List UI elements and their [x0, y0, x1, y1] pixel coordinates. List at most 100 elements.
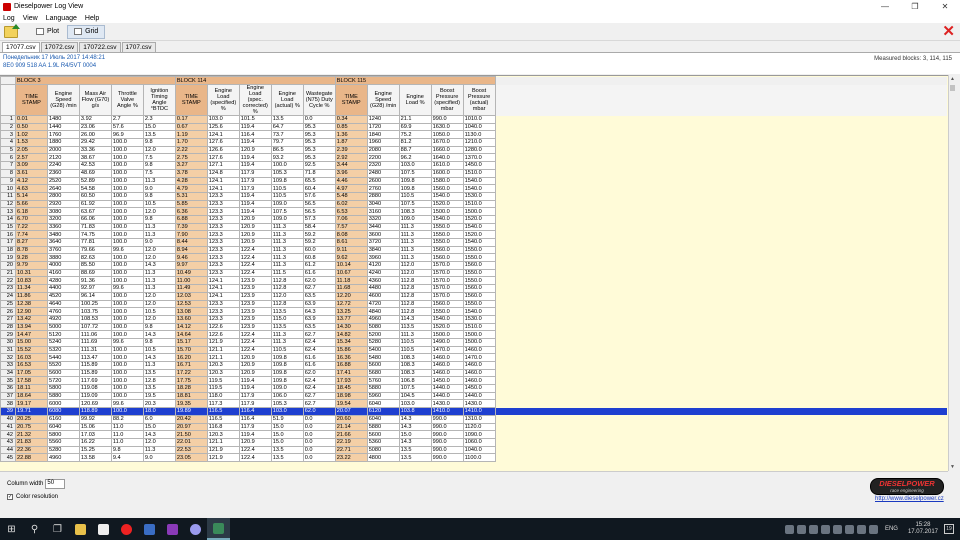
table-row[interactable]: 18 8.78 3760 79.66 99.6 12.0 8.94 123.3 122.4 111… — [0, 245, 948, 255]
scroll-up-icon[interactable]: ▲ — [950, 76, 955, 82]
horizontal-scrollbar[interactable] — [0, 471, 948, 476]
table-row[interactable]: 33 16.53 5520 115.89 100.0 11.3 16.71 120.3 120.… — [0, 361, 948, 370]
table-row[interactable]: 12 5.66 2920 61.92 100.0 10.5 5.85 123.3 119.4 10… — [0, 199, 948, 209]
table-row[interactable]: 1 0.01 1480 3.92 2.7 2.3 0.17 103.0 101.5 13.5 0.0… — [0, 115, 948, 124]
taskbar-app-icon[interactable] — [184, 518, 207, 540]
table-row[interactable]: 39 19.71 6080 118.89 100.0 18.0 19.89 116.5 116.… — [0, 407, 948, 416]
website-link[interactable]: http://www.dieselpower.cz — [875, 496, 944, 502]
column-header[interactable]: TIME STAMP — [334, 84, 368, 116]
table-row[interactable]: 44 22.36 5280 15.25 9.8 11.3 22.53 121.9 122.4 13… — [0, 445, 948, 455]
tray-icon[interactable] — [808, 524, 818, 534]
table-row[interactable]: 37 18.64 5880 119.09 100.0 19.5 18.81 118.0 117.… — [0, 391, 948, 401]
table-row[interactable]: 21 10.31 4160 88.69 100.0 11.3 10.49 123.3 122.4… — [0, 268, 948, 278]
column-header[interactable]: TIME STAMP — [14, 84, 48, 116]
table-row[interactable]: 16 7.74 3480 74.75 100.0 11.3 7.90 123.3 120.9 11… — [0, 230, 948, 239]
grid-button[interactable]: Grid — [67, 24, 106, 39]
file-tab[interactable]: 17077.csv — [2, 42, 40, 52]
table-row[interactable]: 29 14.47 5120 111.06 100.0 14.3 14.64 122.6 122.… — [0, 330, 948, 339]
column-header[interactable]: Boost Pressure (specified) mbar — [430, 84, 464, 116]
table-row[interactable]: 43 21.83 5560 16.22 11.0 12.0 22.01 121.1 120.9 1… — [0, 437, 948, 447]
menu-language[interactable]: Language — [46, 15, 77, 22]
table-row[interactable]: 5 2.05 2000 33.36 100.0 12.0 2.22 126.6 120.9 86.… — [0, 145, 948, 155]
table-row[interactable]: 42 21.32 5800 17.03 11.0 14.3 21.50 120.3 119.4 1… — [0, 430, 948, 439]
table-row[interactable]: 2 0.50 1440 23.06 57.6 15.0 0.67 125.6 119.4 64.7… — [0, 122, 948, 132]
close-file-icon[interactable]: ✕ — [942, 24, 955, 39]
table-row[interactable]: 10 4.63 2640 54.58 100.0 9.0 4.79 124.1 117.9 110… — [0, 184, 948, 193]
tray-icon[interactable] — [844, 524, 854, 534]
scroll-thumb[interactable] — [950, 85, 955, 91]
table-row[interactable]: 30 15.00 5240 111.69 99.6 9.8 15.17 121.9 122.4 1… — [0, 337, 948, 347]
column-header[interactable]: TIME STAMP — [174, 84, 208, 116]
column-header[interactable]: Throttle Valve Angle % — [110, 84, 144, 116]
table-row[interactable]: 41 20.75 6040 15.06 11.0 15.0 20.97 116.8 117.9 1… — [0, 422, 948, 432]
file-explorer-icon[interactable] — [69, 518, 92, 540]
table-row[interactable]: 14 6.70 3200 66.06 100.0 9.8 6.88 123.3 120.9 109… — [0, 214, 948, 224]
plot-button[interactable]: Plot — [30, 25, 65, 39]
network-icon[interactable] — [856, 524, 866, 534]
table-row[interactable]: 13 6.18 3080 63.67 100.0 12.0 6.36 123.3 119.4 10… — [0, 207, 948, 216]
table-row[interactable]: 8 3.61 2360 48.69 100.0 7.5 3.78 124.8 117.9 105.… — [0, 168, 948, 178]
table-row[interactable]: 45 22.88 4960 13.58 9.4 9.0 23.05 121.9 122.4 13.… — [0, 453, 948, 462]
notifications-icon[interactable]: 19 — [944, 524, 954, 534]
scroll-down-icon[interactable]: ▼ — [950, 464, 955, 470]
table-row[interactable]: 23 11.34 4400 92.97 99.6 11.3 11.49 124.1 123.9 1… — [0, 284, 948, 293]
table-row[interactable]: 27 13.42 4920 108.53 100.0 12.0 13.60 123.3 123.… — [0, 314, 948, 324]
tray-icon[interactable] — [784, 524, 794, 534]
table-row[interactable]: 25 12.38 4640 100.25 100.0 12.0 12.53 123.3 123.… — [0, 299, 948, 309]
column-header[interactable]: Engine Speed (G28) /min — [366, 84, 400, 116]
column-header[interactable]: Engine Load (actual) % — [270, 84, 304, 116]
table-row[interactable]: 17 8.27 3640 77.81 100.0 9.0 8.44 123.3 120.9 111… — [0, 238, 948, 247]
table-row[interactable]: 15 7.22 3360 71.83 100.0 11.3 7.39 123.3 120.9 11… — [0, 222, 948, 232]
vertical-scrollbar[interactable]: ▲ ▼ — [948, 75, 956, 471]
table-row[interactable]: 9 4.12 2520 52.89 100.0 11.3 4.28 124.1 117.9 109… — [0, 176, 948, 186]
store-icon[interactable] — [92, 518, 115, 540]
tray-icon[interactable] — [820, 524, 830, 534]
table-row[interactable]: 7 3.09 2240 42.53 100.0 9.8 3.27 127.1 119.4 100.… — [0, 161, 948, 170]
table-row[interactable]: 38 19.17 6000 120.69 99.6 20.3 19.35 117.3 117.9… — [0, 399, 948, 409]
tray-icon[interactable] — [796, 524, 806, 534]
table-row[interactable]: 40 20.25 6160 99.92 88.2 6.0 20.42 116.5 116.4 51… — [0, 414, 948, 424]
table-row[interactable]: 36 18.11 5800 119.08 100.0 13.5 18.28 119.5 119.… — [0, 384, 948, 393]
table-row[interactable]: 34 17.05 5600 115.89 100.0 13.5 17.22 120.3 120.… — [0, 368, 948, 378]
table-row[interactable]: 4 1.53 1880 29.42 100.0 9.8 1.70 127.6 119.4 79.7… — [0, 138, 948, 147]
color-resolution-control[interactable]: ✓ Color resolution — [7, 494, 58, 500]
open-folder-icon[interactable] — [4, 23, 20, 38]
tray-icon[interactable] — [832, 524, 842, 534]
table-row[interactable]: 6 2.57 2120 38.67 100.0 7.5 2.75 127.6 119.4 93.2… — [0, 153, 948, 163]
color-resolution-checkbox[interactable]: ✓ — [7, 494, 13, 500]
volume-icon[interactable] — [868, 524, 878, 534]
table-row[interactable]: 19 9.28 3880 82.63 100.0 12.0 9.46 123.3 122.4 11… — [0, 253, 948, 263]
column-header[interactable]: Wastegate (N75) Duty Cycle % — [302, 84, 336, 116]
search-icon[interactable]: ⚲ — [23, 518, 46, 540]
table-row[interactable]: 24 11.86 4520 96.14 100.0 12.0 12.03 124.1 123.9… — [0, 291, 948, 301]
column-header[interactable]: Mass Air Flow (G70) g/s — [78, 84, 112, 116]
menu-help[interactable]: Help — [85, 15, 99, 22]
minimize-icon[interactable]: — — [870, 0, 900, 13]
language-indicator[interactable]: ENG — [885, 526, 898, 532]
file-tab[interactable]: 1707.csv — [121, 42, 156, 52]
table-row[interactable]: 3 1.02 1760 26.00 96.9 13.5 1.19 124.1 116.4 73.7… — [0, 130, 948, 140]
clock[interactable]: 15:28 17.07.2017 — [908, 522, 938, 536]
column-header[interactable]: Engine Load % — [398, 84, 432, 116]
column-width-input[interactable]: 50 — [45, 479, 66, 489]
table-row[interactable]: 11 5.14 2800 60.50 100.0 9.8 5.31 123.3 119.4 110… — [0, 191, 948, 201]
table-row[interactable]: 32 16.03 5440 113.47 100.0 14.3 16.20 121.1 120.… — [0, 353, 948, 362]
logview-taskbar-icon[interactable] — [207, 518, 230, 540]
taskbar-app-icon[interactable] — [161, 518, 184, 540]
column-header[interactable]: Ignition Timing Angle °BTDC — [142, 84, 176, 116]
column-header[interactable]: Engine Load (specified) % — [206, 84, 240, 116]
menu-view[interactable]: View — [23, 15, 38, 22]
column-header[interactable]: Engine Load (spec. corrected) % — [238, 84, 272, 116]
table-row[interactable]: 22 10.83 4280 91.36 100.0 11.3 11.00 124.1 123.9… — [0, 276, 948, 286]
taskbar-app-icon[interactable] — [138, 518, 161, 540]
data-grid[interactable]: BLOCK 3 BLOCK 114 BLOCK 115 TIME STAMP Engin… — [0, 75, 948, 471]
close-window-icon[interactable]: ✕ — [930, 0, 960, 13]
yandex-browser-icon[interactable] — [115, 518, 138, 540]
menu-log[interactable]: Log — [3, 15, 15, 22]
file-tab[interactable]: 17072.csv — [40, 42, 79, 52]
column-header[interactable]: Engine Speed (G28) /min — [46, 84, 80, 116]
maximize-icon[interactable]: ❐ — [900, 0, 930, 13]
table-row[interactable]: 31 15.52 5320 111.31 100.0 10.5 15.70 121.1 122.… — [0, 345, 948, 355]
table-row[interactable]: 35 17.58 5720 117.69 100.0 12.8 17.75 119.5 119.… — [0, 376, 948, 386]
column-header[interactable]: Boost Pressure (actual) mbar — [462, 84, 496, 116]
